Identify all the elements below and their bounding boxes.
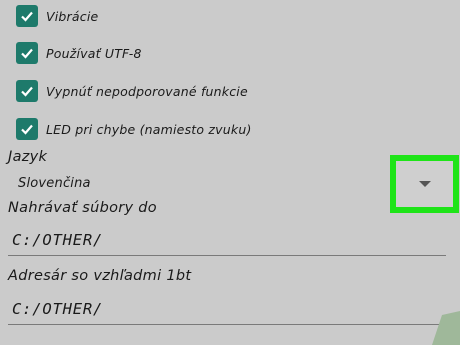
checkbox-vibracie[interactable]: [16, 5, 38, 27]
checkbox-label: Vibrácie: [46, 8, 99, 24]
checkbox-label: Vypnúť nepodporované funkcie: [46, 83, 248, 99]
checkbox-utf8[interactable]: [16, 42, 38, 64]
checkmark-icon: [21, 11, 33, 22]
checkmark-icon: [21, 86, 33, 97]
checkmark-icon: [21, 124, 33, 135]
language-title: Jazyk: [8, 149, 48, 165]
checkbox-label: Používať UTF-8: [46, 45, 142, 61]
language-dropdown[interactable]: [390, 155, 459, 213]
upload-title: Nahrávať súbory do: [8, 200, 157, 216]
corner-fab-shape: [432, 311, 460, 345]
logs-underline: [8, 324, 446, 325]
dropdown-arrow-icon: [418, 181, 431, 187]
checkbox-label: LED pri chybe (namiesto zvuku): [46, 121, 252, 137]
logs-title: Adresár so vzhľadmi 1bt: [8, 268, 192, 284]
checkmark-icon: [21, 48, 33, 59]
checkbox-row-vypnut[interactable]: Vypnúť nepodporované funkcie: [16, 77, 248, 105]
checkbox-row-utf8[interactable]: Používať UTF-8: [16, 39, 142, 67]
checkbox-row-led[interactable]: LED pri chybe (namiesto zvuku): [16, 115, 252, 143]
language-value[interactable]: Slovenčina: [18, 176, 91, 191]
checkbox-row-vibracie[interactable]: Vibrácie: [16, 2, 98, 30]
logs-input[interactable]: C:/OTHER/: [12, 300, 103, 318]
upload-input[interactable]: C:/OTHER/: [12, 231, 103, 249]
upload-underline: [8, 255, 446, 256]
checkbox-led[interactable]: [16, 118, 38, 140]
checkbox-vypnut[interactable]: [16, 80, 38, 102]
